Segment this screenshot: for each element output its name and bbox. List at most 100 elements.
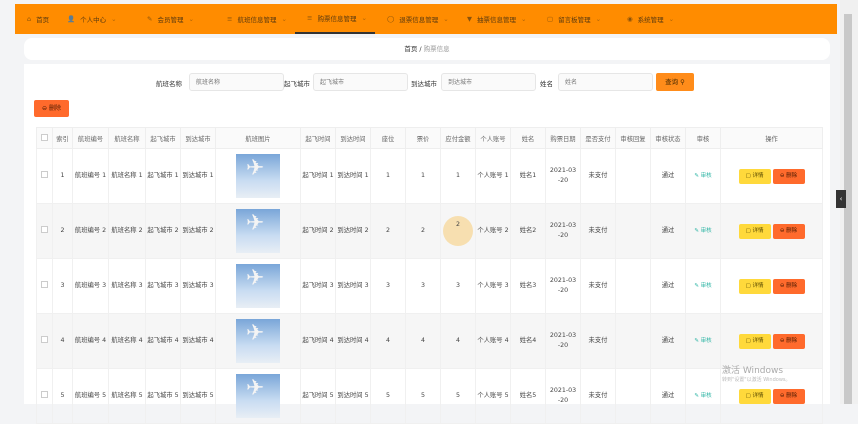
table-row[interactable]: 4航班编号 4航班名称 4起飞城市 4到达城市 4起飞时间 4到达时间 4444… [36,313,823,369]
row-select-cell [36,313,53,369]
table-row[interactable]: 2航班编号 2航班名称 2起飞城市 2到达城市 2起飞时间 2到达时间 2222… [36,203,823,259]
nav-label: 首页 [36,16,50,24]
nav-item[interactable]: ▢ 留言板管理 ⌄ [535,4,615,34]
cell-image [215,368,301,424]
breadcrumb-separator: / [419,45,422,53]
audit-link[interactable]: ✎ 审核 [694,393,711,399]
nav-icon: 👤 [67,15,76,23]
delete-button[interactable]: ⊖ 删除 [772,388,805,404]
chevron-down-icon: ⌄ [188,15,194,23]
delete-button[interactable]: ⊖ 删除 [772,223,805,239]
nav-label: 航班信息管理 [237,16,277,24]
select-all-checkbox[interactable] [41,133,48,141]
detail-button[interactable]: ▢ 详情 [738,333,771,349]
cell-uname: 姓名4 [510,313,546,369]
nav-label: 个人中心 [80,16,107,24]
detail-button[interactable]: ▢ 详情 [738,388,771,404]
audit-link[interactable]: ✎ 审核 [694,173,711,179]
cell-status: 通过 [650,368,686,424]
nav-icon: ≡ [227,15,233,23]
cell-to: 到达城市 2 [180,203,216,259]
nav-item[interactable]: ◯ 退票信息管理 ⌄ [375,4,455,34]
table-row[interactable]: 1航班编号 1航班名称 1起飞城市 1到达城市 1起飞时间 1到达时间 1111… [36,148,823,204]
chevron-down-icon: ⌄ [361,14,367,22]
cell-reply [615,313,651,369]
column-header: 到达城市 [180,127,216,149]
nav-icon: ≡ [307,14,313,22]
cell-from: 起飞城市 1 [145,148,181,204]
nav-item[interactable]: ≡ 航班信息管理 ⌄ [215,4,295,34]
column-header [36,127,53,149]
nav-item[interactable]: ▼ 抽票信息管理 ⌄ [455,4,535,34]
scrollbar-thumb[interactable] [844,14,852,404]
cell-idx: 1 [52,148,73,204]
cell-date: 2021-03 -20 [545,368,581,424]
cell-account: 个人账号 4 [475,313,511,369]
flight-name-input[interactable] [189,73,284,91]
nav-item[interactable]: 👤 个人中心 ⌄ [55,4,135,34]
audit-link[interactable]: ✎ 审核 [694,338,711,344]
cell-no: 航班编号 4 [72,313,109,369]
batch-delete-button[interactable]: ⊖ 删除 [34,100,69,117]
cell-from: 起飞城市 5 [145,368,181,424]
cell-date: 2021-03 -20 [545,148,581,204]
cell-date: 2021-03 -20 [545,203,581,259]
row-checkbox[interactable] [41,280,48,288]
row-checkbox[interactable] [41,335,48,343]
row-checkbox[interactable] [41,225,48,233]
flight-image [236,374,280,418]
cell-audit: ✎ 审核 [685,313,721,369]
cell-no: 航班编号 1 [72,148,109,204]
table-row[interactable]: 5航班编号 5航班名称 5起飞城市 5到达城市 5起飞时间 5到达时间 5555… [36,368,823,424]
top-nav: ⌂ 首页 👤 个人中心 ⌄ ✎ 会员管理 ⌄ ≡ 航班信息管理 ⌄ ≡ 购票信息管理 ⌄ ◯ 退票信息管理 ⌄ ▼… [15,4,837,34]
cell-uname: 姓名5 [510,368,546,424]
detail-button[interactable]: ▢ 详情 [738,223,771,239]
detail-button[interactable]: ▢ 详情 [738,168,771,184]
cell-arr: 到达时间 2 [335,203,371,259]
row-checkbox[interactable] [41,170,48,178]
row-checkbox[interactable] [41,390,48,398]
side-toggle-button[interactable]: ‹ [836,190,846,208]
breadcrumb: 首页 / 购票信息 [24,38,830,60]
detail-button[interactable]: ▢ 详情 [738,278,771,294]
row-select-cell [36,368,53,424]
to-city-input[interactable] [441,73,536,91]
breadcrumb-home[interactable]: 首页 [404,45,417,53]
cell-price: 2 [405,203,441,259]
query-button[interactable]: 查询 ⚲ [656,73,694,91]
content-panel: 航班名称 起飞城市 到达城市 姓名 查询 ⚲ ⊖ 删除 索引航班编号航班名称起飞… [24,64,830,424]
name-label: 姓名 [540,80,553,88]
cell-to: 到达城市 3 [180,258,216,314]
delete-button[interactable]: ⊖ 删除 [772,168,805,184]
audit-link[interactable]: ✎ 审核 [694,283,711,289]
cell-actions: ▢ 详情 ⊖ 删除 [720,148,823,204]
column-header: 航班名称 [108,127,146,149]
column-header: 审核状态 [650,127,686,149]
nav-item[interactable]: ≡ 购票信息管理 ⌄ [295,4,375,34]
from-city-input[interactable] [313,73,408,91]
name-input[interactable] [558,73,653,91]
cell-dep: 起飞时间 4 [300,313,336,369]
row-select-cell [36,148,53,204]
cell-from: 起飞城市 4 [145,313,181,369]
nav-icon: ▼ [467,15,472,23]
nav-item[interactable]: ◉ 系统管理 ⌄ [615,4,685,34]
audit-link[interactable]: ✎ 审核 [694,228,711,234]
breadcrumb-current: 购票信息 [423,45,450,53]
nav-item[interactable]: ⌂ 首页 [15,4,55,34]
cell-arr: 到达时间 3 [335,258,371,314]
cell-dep: 起飞时间 3 [300,258,336,314]
cell-paid: 未支付 [580,313,616,369]
cell-to: 到达城市 4 [180,313,216,369]
column-header: 到达时间 [335,127,371,149]
nav-item[interactable]: ✎ 会员管理 ⌄ [135,4,215,34]
delete-button[interactable]: ⊖ 删除 [772,333,805,349]
cell-image [215,313,301,369]
cell-audit: ✎ 审核 [685,368,721,424]
nav-label: 留言板管理 [558,16,591,24]
delete-button[interactable]: ⊖ 删除 [772,278,805,294]
table-row[interactable]: 3航班编号 3航班名称 3起飞城市 3到达城市 3起飞时间 3到达时间 3333… [36,258,823,314]
cell-account: 个人账号 2 [475,203,511,259]
chevron-down-icon: ⌄ [443,15,449,23]
row-select-cell [36,258,53,314]
